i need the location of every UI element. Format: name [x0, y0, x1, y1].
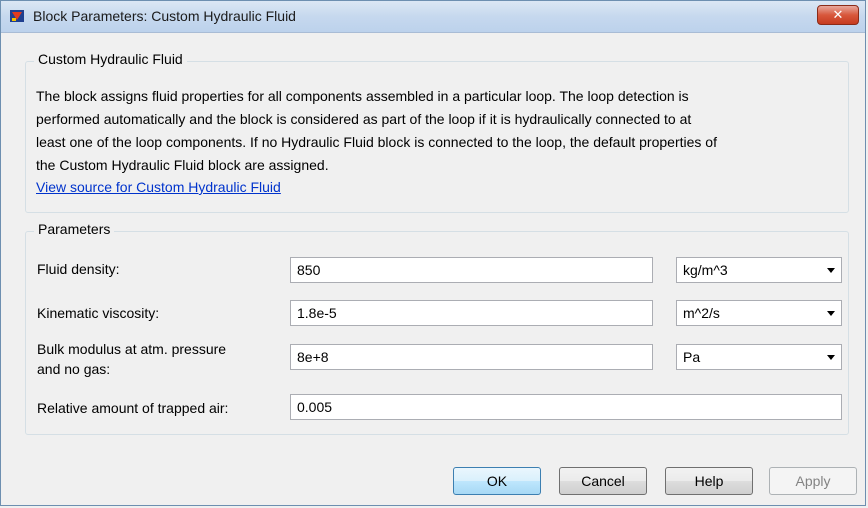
apply-button[interactable]: Apply: [769, 467, 857, 495]
description-line: least one of the loop components. If no …: [36, 134, 717, 150]
help-button[interactable]: Help: [665, 467, 753, 495]
trapped-air-input[interactable]: 0.005: [290, 394, 842, 420]
fluid-density-label: Fluid density:: [37, 261, 120, 277]
cancel-button[interactable]: Cancel: [559, 467, 647, 495]
fluid-density-unit-value: kg/m^3: [683, 262, 728, 278]
fluid-density-input[interactable]: 850: [290, 257, 653, 283]
ok-button[interactable]: OK: [453, 467, 541, 495]
bulk-modulus-label-line1: Bulk modulus at atm. pressure: [37, 341, 227, 357]
trapped-air-label: Relative amount of trapped air:: [37, 400, 229, 416]
bulk-modulus-label-line2: and no gas:: [37, 361, 111, 377]
bulk-modulus-unit-value: Pa: [683, 349, 701, 365]
kinematic-viscosity-unit-value: m^2/s: [683, 305, 720, 321]
block-description: The block assigns fluid properties for a…: [36, 85, 848, 177]
kinematic-viscosity-unit-select[interactable]: m^2/s: [676, 300, 842, 326]
fluid-density-unit-select[interactable]: kg/m^3: [676, 257, 842, 283]
chevron-down-icon: [827, 355, 835, 360]
close-button[interactable]: ✕: [817, 5, 859, 25]
dialog-window: Block Parameters: Custom Hydraulic Fluid…: [0, 0, 866, 506]
view-source-link[interactable]: View source for Custom Hydraulic Fluid: [36, 179, 281, 195]
description-group-title: Custom Hydraulic Fluid: [34, 51, 187, 67]
description-line: the Custom Hydraulic Fluid block are ass…: [36, 157, 329, 173]
simulink-block-icon: [10, 10, 24, 22]
parameters-group-title: Parameters: [34, 221, 115, 237]
description-line: performed automatically and the block is…: [36, 111, 692, 127]
bulk-modulus-input[interactable]: 8e+8: [290, 344, 653, 370]
description-line: The block assigns fluid properties for a…: [36, 88, 689, 104]
chevron-down-icon: [827, 311, 835, 316]
bulk-modulus-unit-select[interactable]: Pa: [676, 344, 842, 370]
kinematic-viscosity-label: Kinematic viscosity:: [37, 305, 160, 321]
window-title: Block Parameters: Custom Hydraulic Fluid: [33, 8, 296, 24]
chevron-down-icon: [827, 268, 835, 273]
title-bar[interactable]: Block Parameters: Custom Hydraulic Fluid…: [1, 1, 865, 33]
kinematic-viscosity-input[interactable]: 1.8e-5: [290, 300, 653, 326]
